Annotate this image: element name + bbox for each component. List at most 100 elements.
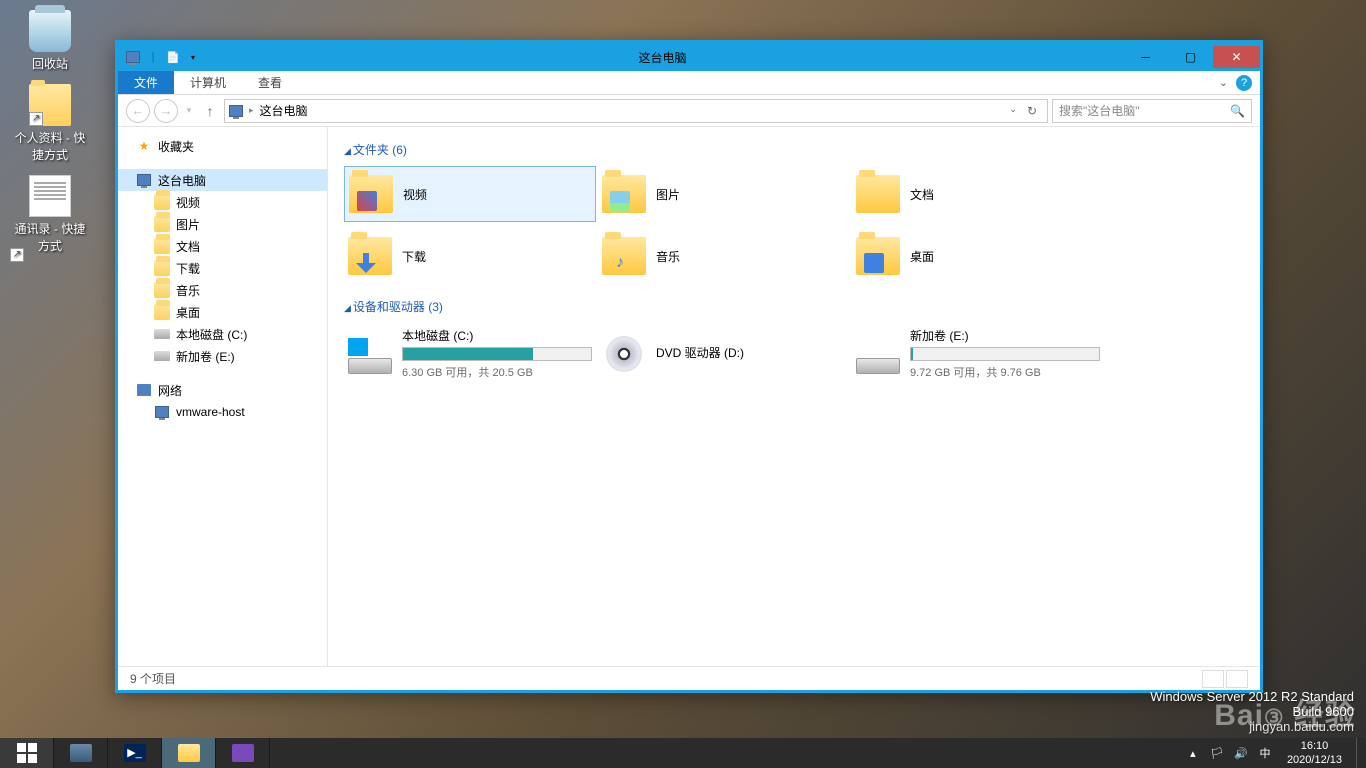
tab-view[interactable]: 查看 — [242, 71, 298, 94]
tab-computer[interactable]: 计算机 — [174, 71, 242, 94]
nav-up-button[interactable]: ↑ — [200, 103, 220, 119]
content-pane[interactable]: ◢文件夹 (6) 视频 图片 文档 下载 ♪音乐 桌面 ◢设备和驱动器 (3) … — [328, 127, 1260, 666]
ribbon-tabs: 文件 计算机 查看 ⌄ ? — [118, 71, 1260, 95]
explorer-window: | 📄 ▾ 这台电脑 ─ ▢ ✕ 文件 计算机 查看 ⌄ ? ← → ▾ ↑ ▸… — [115, 40, 1263, 693]
tray-flag-icon[interactable]: 🏳 — [1209, 745, 1225, 761]
nav-downloads[interactable]: 下载 — [118, 257, 327, 279]
status-bar: 9 个项目 — [118, 666, 1260, 690]
navigation-pane[interactable]: ★收藏夹 这台电脑 视频 图片 文档 下载 音乐 桌面 本地磁盘 (C:) 新加… — [118, 127, 328, 666]
properties-icon[interactable]: 📄 — [164, 48, 182, 66]
windows-logo-icon — [17, 743, 37, 763]
view-icons-button[interactable] — [1226, 670, 1248, 688]
powershell-icon: ▶_ — [124, 744, 146, 762]
group-devices-header[interactable]: ◢设备和驱动器 (3) — [344, 298, 1244, 315]
nav-vmware-host[interactable]: vmware-host — [118, 401, 327, 423]
folder-downloads[interactable]: 下载 — [344, 228, 596, 284]
address-dropdown-icon[interactable]: ⌄ — [1009, 104, 1017, 118]
nav-documents[interactable]: 文档 — [118, 235, 327, 257]
folder-pictures[interactable]: 图片 — [598, 166, 850, 222]
view-details-button[interactable] — [1202, 670, 1224, 688]
nav-back-button[interactable]: ← — [126, 99, 150, 123]
nav-favorites[interactable]: ★收藏夹 — [118, 135, 327, 157]
document-icon: ↗ — [29, 175, 71, 217]
shortcut-arrow-icon: ↗ — [29, 112, 43, 126]
app-icon — [124, 48, 142, 66]
clock-date: 2020/12/13 — [1287, 753, 1342, 767]
search-input[interactable]: 搜索"这台电脑" 🔍 — [1052, 99, 1252, 123]
folder-icon — [856, 175, 900, 213]
libraries-icon — [232, 744, 254, 762]
drive-e[interactable]: 新加卷 (E:) 9.72 GB 可用，共 9.76 GB — [852, 323, 1104, 384]
nav-network[interactable]: 网络 — [118, 379, 327, 401]
address-pc-icon — [229, 105, 243, 117]
tray-ime-icon[interactable]: 中 — [1257, 745, 1273, 761]
search-icon[interactable]: 🔍 — [1230, 104, 1245, 118]
help-icon[interactable]: ? — [1236, 75, 1252, 91]
profile-shortcut[interactable]: ↗ 个人资料 - 快捷方式 — [10, 80, 90, 171]
nav-music[interactable]: 音乐 — [118, 279, 327, 301]
drive-icon — [154, 326, 170, 342]
folder-icon — [154, 194, 170, 210]
nav-forward-button[interactable]: → — [154, 99, 178, 123]
explorer-icon — [178, 744, 200, 762]
folder-music[interactable]: ♪音乐 — [598, 228, 850, 284]
drive-icon — [154, 348, 170, 364]
server-manager-icon — [70, 744, 92, 762]
shortcut-arrow-icon: ↗ — [10, 248, 24, 262]
folder-icon — [856, 237, 900, 275]
group-folders-header[interactable]: ◢文件夹 (6) — [344, 141, 1244, 158]
show-desktop-button[interactable] — [1356, 738, 1362, 768]
drive-c-usage-bar — [402, 347, 592, 361]
computer-icon — [154, 404, 170, 420]
folder-icon — [154, 260, 170, 276]
drive-c[interactable]: 本地磁盘 (C:) 6.30 GB 可用，共 20.5 GB — [344, 323, 596, 384]
tray-volume-icon[interactable]: 🔊 — [1233, 745, 1249, 761]
task-explorer[interactable] — [162, 738, 216, 768]
drive-e-usage-bar — [910, 347, 1100, 361]
desktop-icons-area: 回收站 ↗ 个人资料 - 快捷方式 ↗ 通讯录 - 快捷方式 — [10, 6, 90, 262]
watermark-baidu: jingyan.baidu.com — [1150, 719, 1354, 734]
address-text: 这台电脑 — [260, 102, 308, 119]
nav-thispc[interactable]: 这台电脑 — [118, 169, 327, 191]
start-button[interactable] — [0, 738, 54, 768]
close-button[interactable]: ✕ — [1213, 46, 1260, 68]
windows-watermark: Windows Server 2012 R2 Standard Build 96… — [1150, 689, 1354, 734]
folder-icon: ♪ — [602, 237, 646, 275]
ribbon-expand-icon[interactable]: ⌄ — [1219, 76, 1228, 89]
window-controls: ─ ▢ ✕ — [1123, 46, 1260, 68]
nav-drive-c[interactable]: 本地磁盘 (C:) — [118, 323, 327, 345]
tab-file[interactable]: 文件 — [118, 71, 174, 94]
folders-grid: 视频 图片 文档 下载 ♪音乐 桌面 — [344, 166, 1244, 284]
nav-drive-e[interactable]: 新加卷 (E:) — [118, 345, 327, 367]
maximize-button[interactable]: ▢ — [1168, 46, 1213, 68]
quick-access-toolbar: | 📄 ▾ — [124, 48, 202, 66]
folder-documents[interactable]: 文档 — [852, 166, 1104, 222]
refresh-icon[interactable]: ↻ — [1027, 104, 1037, 118]
task-powershell[interactable]: ▶_ — [108, 738, 162, 768]
task-server-manager[interactable] — [54, 738, 108, 768]
search-placeholder: 搜索"这台电脑" — [1059, 102, 1140, 119]
drive-d[interactable]: DVD 驱动器 (D:) — [598, 323, 850, 384]
nav-videos[interactable]: 视频 — [118, 191, 327, 213]
folder-icon — [154, 216, 170, 232]
minimize-button[interactable]: ─ — [1123, 46, 1168, 68]
qat-dropdown-icon[interactable]: ▾ — [184, 48, 202, 66]
nav-history-dropdown[interactable]: ▾ — [182, 99, 196, 123]
nav-pictures[interactable]: 图片 — [118, 213, 327, 235]
titlebar[interactable]: | 📄 ▾ 这台电脑 ─ ▢ ✕ — [118, 43, 1260, 71]
folder-icon — [349, 175, 393, 213]
nav-desktop[interactable]: 桌面 — [118, 301, 327, 323]
collapse-icon: ◢ — [344, 146, 351, 156]
contacts-shortcut[interactable]: ↗ 通讯录 - 快捷方式 — [10, 171, 90, 262]
tray-expand-icon[interactable]: ▴ — [1185, 745, 1201, 761]
folder-desktop[interactable]: 桌面 — [852, 228, 1104, 284]
address-bar[interactable]: ▸ 这台电脑 ⌄ ↻ — [224, 99, 1048, 123]
folder-videos[interactable]: 视频 — [344, 166, 596, 222]
tray-clock[interactable]: 16:10 2020/12/13 — [1281, 739, 1348, 767]
chevron-right-icon[interactable]: ▸ — [249, 105, 254, 116]
clock-time: 16:10 — [1287, 739, 1342, 753]
task-libraries[interactable] — [216, 738, 270, 768]
window-title: 这台电脑 — [202, 49, 1123, 66]
network-icon — [136, 382, 152, 398]
recycle-bin[interactable]: 回收站 — [10, 6, 90, 80]
